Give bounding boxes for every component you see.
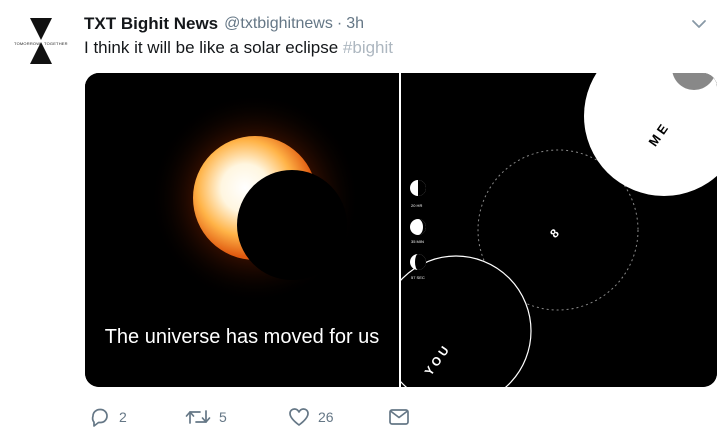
phase-label: 35 MIN xyxy=(411,239,424,244)
eclipse-image[interactable]: The universe has moved for us xyxy=(85,73,399,387)
reply-icon xyxy=(91,408,108,427)
countdown-image[interactable]: 20 HR 35 MIN 57 SEC 8 M E Y O U xyxy=(401,73,717,387)
message-icon xyxy=(389,409,409,425)
retweet-button[interactable]: 5 xyxy=(185,404,227,430)
display-name[interactable]: TXT Bighit News xyxy=(84,14,218,34)
tweet-text: I think it will be like a solar eclipse … xyxy=(84,38,393,58)
tweet-body: I think it will be like a solar eclipse xyxy=(84,38,339,57)
caret-down-icon xyxy=(692,20,706,28)
tweet-header: TXT Bighit News @txtbighitnews · 3h xyxy=(84,12,364,36)
avatar-word-left: TOMORROW xyxy=(14,41,41,46)
like-button[interactable]: 26 xyxy=(288,404,334,430)
retweet-count: 5 xyxy=(219,409,227,425)
timestamp[interactable]: 3h xyxy=(346,15,364,33)
reply-count: 2 xyxy=(119,409,127,425)
avatar-word-right: TOGETHER xyxy=(44,41,68,46)
retweet-icon xyxy=(185,410,211,424)
user-handle[interactable]: @txtbighitnews xyxy=(224,15,333,33)
like-count: 26 xyxy=(318,409,334,425)
tweet-media[interactable]: The universe has moved for us 20 HR 35 M… xyxy=(85,73,717,387)
center-number: 8 xyxy=(547,226,562,241)
direct-message-button[interactable] xyxy=(387,404,411,430)
more-options-button[interactable] xyxy=(688,14,710,34)
phase-label: 57 SEC xyxy=(411,275,425,280)
phase-label: 20 HR xyxy=(411,203,422,208)
countdown-graphic: 20 HR 35 MIN 57 SEC 8 M E Y O U xyxy=(401,73,717,387)
separator-dot: · xyxy=(336,15,343,32)
like-icon xyxy=(289,408,309,426)
eclipse-caption: The universe has moved for us xyxy=(104,326,380,348)
reply-button[interactable]: 2 xyxy=(89,404,127,430)
avatar[interactable]: TOMORROW TOGETHER xyxy=(14,14,68,68)
hashtag-link[interactable]: #bighit xyxy=(343,38,393,57)
